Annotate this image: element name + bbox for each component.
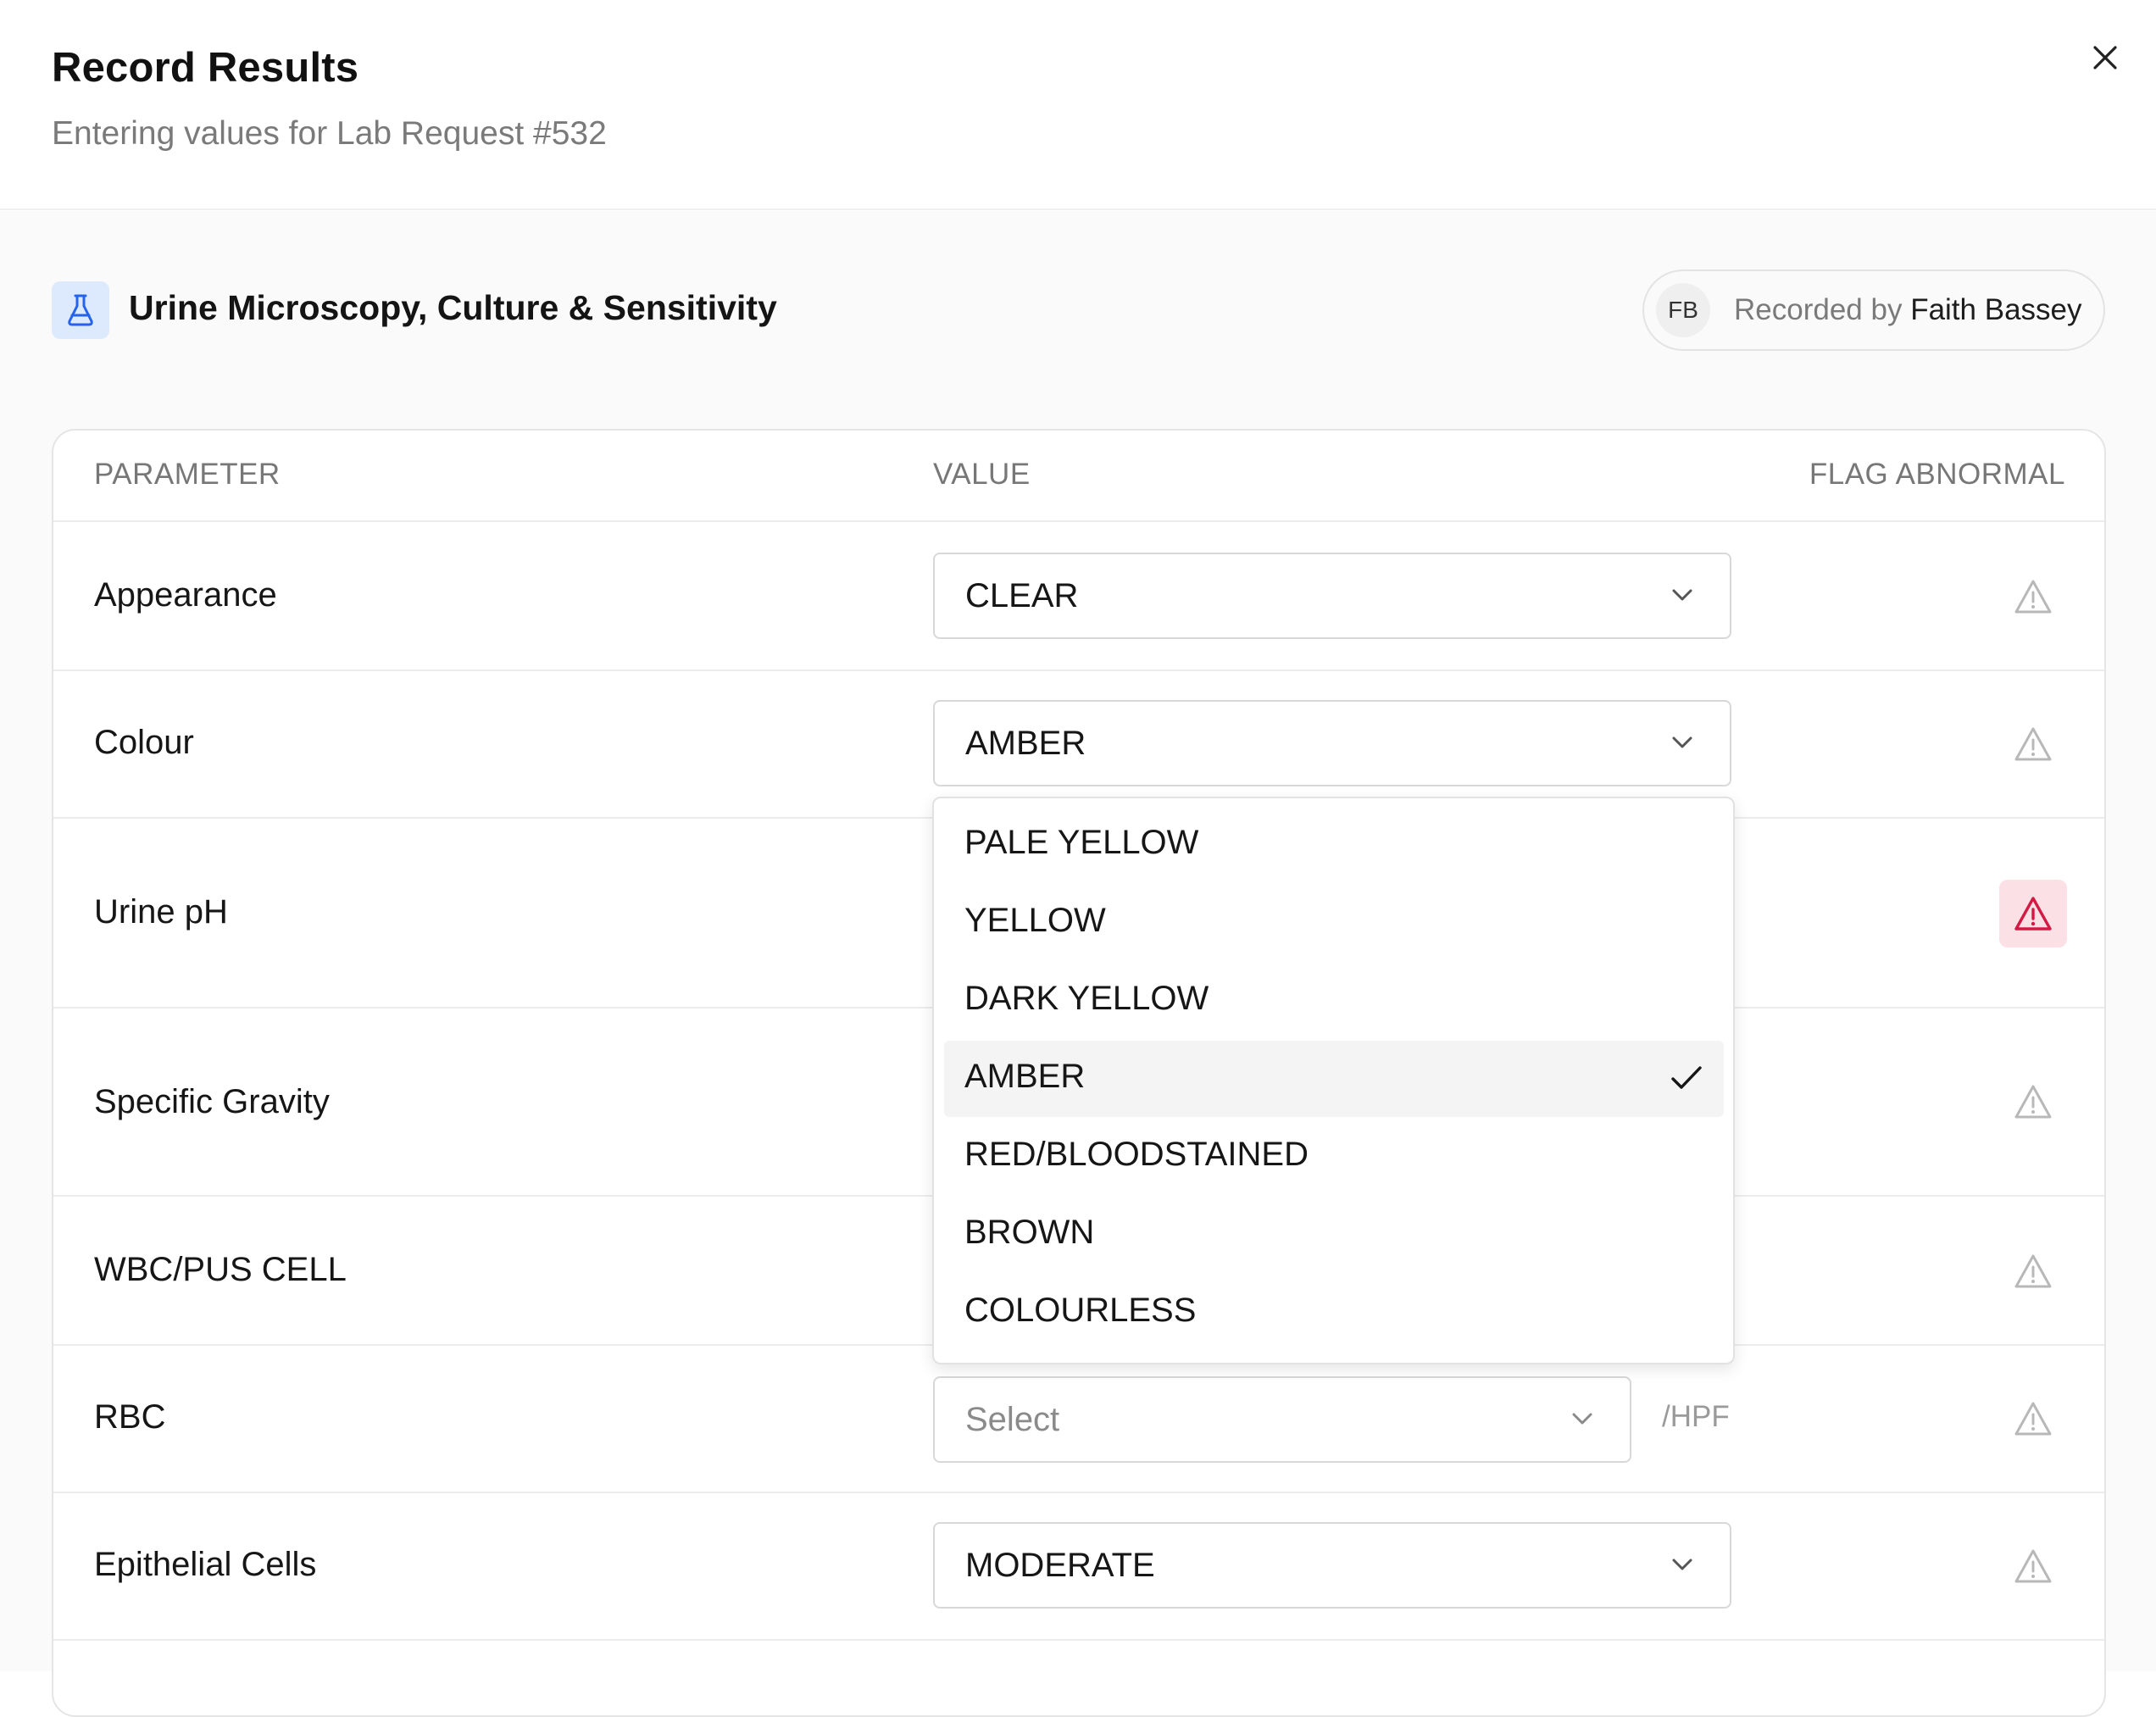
chevron-down-icon [1672, 736, 1692, 748]
flag-abnormal-button[interactable] [1999, 710, 2067, 778]
epithelial-cells-select[interactable]: MODERATE [933, 1522, 1731, 1609]
dropdown-option-selected[interactable]: AMBER [944, 1041, 1724, 1117]
option-label: YELLOW [964, 902, 1106, 939]
parameter-label: Appearance [94, 576, 277, 614]
rbc-select[interactable]: Select [933, 1376, 1631, 1463]
test-name: Urine Microscopy, Culture & Sensitivity [129, 288, 777, 327]
appearance-select[interactable]: CLEAR [933, 553, 1731, 639]
dropdown-option[interactable]: BROWN [944, 1197, 1724, 1273]
dialog-title: Record Results [52, 45, 359, 91]
unit-label: /HPF [1662, 1400, 1730, 1433]
parameter-label: Epithelial Cells [94, 1546, 317, 1583]
header-parameter: PARAMETER [94, 458, 281, 491]
colour-dropdown-menu: PALE YELLOW YELLOW DARK YELLOW AMBER RED… [932, 797, 1735, 1364]
flag-abnormal-button[interactable] [1999, 563, 2067, 631]
table-row: Epithelial Cells MODERATE [53, 1493, 2104, 1641]
warning-icon [2014, 1254, 2052, 1288]
parameter-label: WBC/PUS CELL [94, 1251, 347, 1288]
warning-icon [2014, 1402, 2052, 1436]
select-placeholder: Select [965, 1401, 1060, 1438]
select-value: AMBER [965, 725, 1086, 762]
dropdown-option[interactable]: PALE YELLOW [944, 807, 1724, 883]
recorded-by-prefix: Recorded by [1734, 293, 1903, 326]
warning-icon [2014, 580, 2052, 614]
dialog-subtitle: Entering values for Lab Request #532 [52, 115, 607, 152]
parameter-label: Urine pH [94, 893, 228, 931]
parameter-label: RBC [94, 1398, 166, 1436]
option-label: AMBER [964, 1058, 1086, 1095]
recorded-by-name: Faith Bassey [1910, 293, 2082, 326]
check-icon [1671, 1066, 1702, 1089]
header-flag-abnormal: FLAG ABNORMAL [1809, 458, 2065, 491]
close-icon [2093, 46, 2117, 69]
warning-icon [2014, 727, 2052, 761]
flask-icon [68, 294, 93, 326]
option-label: PALE YELLOW [964, 824, 1199, 861]
avatar: FB [1656, 283, 1710, 337]
flag-abnormal-button[interactable] [1999, 1068, 2067, 1136]
table-row: RBC Select /HPF [53, 1346, 2104, 1493]
recorded-by-text: Recorded by Faith Bassey [1734, 293, 2082, 327]
option-label: COLOURLESS [964, 1292, 1197, 1329]
table-header: PARAMETER VALUE FLAG ABNORMAL [53, 431, 2104, 522]
recorded-by-pill: FB Recorded by Faith Bassey [1642, 269, 2105, 351]
warning-icon [2014, 1549, 2052, 1583]
option-label: BROWN [964, 1214, 1095, 1251]
option-label: RED/BLOODSTAINED [964, 1136, 1309, 1173]
warning-icon [2014, 1085, 2052, 1119]
table-row: Appearance CLEAR [53, 522, 2104, 671]
dropdown-option[interactable]: RED/BLOODSTAINED [944, 1119, 1724, 1195]
flag-abnormal-button[interactable] [1999, 1237, 2067, 1305]
dropdown-option[interactable]: YELLOW [944, 885, 1724, 961]
close-button[interactable] [2087, 39, 2124, 76]
test-icon-badge [52, 281, 109, 339]
header-value: VALUE [933, 458, 1031, 491]
warning-icon [2014, 897, 2052, 931]
chevron-down-icon [1672, 589, 1692, 601]
parameter-label: Colour [94, 724, 194, 761]
dialog-header: Record Results Entering values for Lab R… [0, 0, 2156, 210]
flag-abnormal-button[interactable] [1999, 1385, 2067, 1453]
flag-abnormal-button[interactable] [1999, 880, 2067, 947]
dropdown-option[interactable]: DARK YELLOW [944, 963, 1724, 1039]
colour-select[interactable]: AMBER [933, 700, 1731, 786]
chevron-down-icon [1672, 1559, 1692, 1570]
table-row [53, 1641, 2104, 1715]
flag-abnormal-button[interactable] [1999, 1532, 2067, 1600]
select-value: MODERATE [965, 1547, 1155, 1584]
option-label: DARK YELLOW [964, 980, 1209, 1017]
select-value: CLEAR [965, 577, 1079, 614]
chevron-down-icon [1572, 1413, 1592, 1425]
dropdown-option[interactable]: COLOURLESS [944, 1275, 1724, 1351]
parameter-label: Specific Gravity [94, 1083, 330, 1120]
